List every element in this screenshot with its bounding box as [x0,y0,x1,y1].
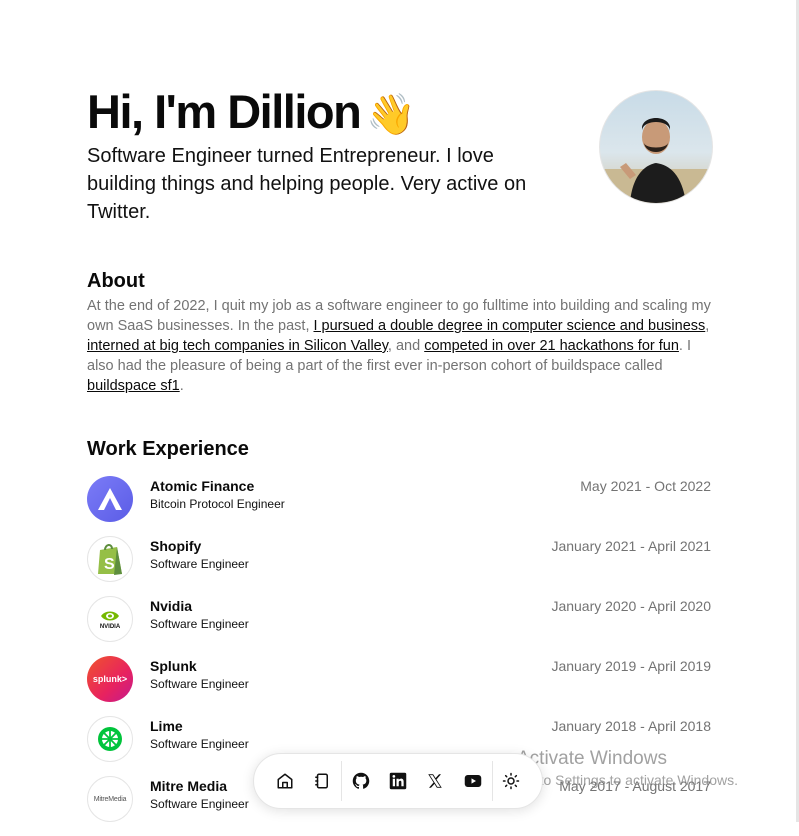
youtube-icon [464,775,482,787]
linkedin-button[interactable] [379,761,416,801]
waving-hand-icon: 👋 [366,93,416,137]
theme-toggle-button[interactable] [493,761,530,801]
job-dates: May 2021 - Oct 2022 [580,478,711,494]
company-name: Nvidia [150,598,193,614]
github-button[interactable] [342,761,379,801]
youtube-button[interactable] [454,761,491,801]
mitre-media-logo: MitreMedia [87,776,133,822]
job-dates: January 2019 - April 2019 [551,658,711,674]
hackathons-link[interactable]: competed in over 21 hackathons for fun [424,338,679,354]
job-title: Software Engineer [150,737,249,751]
about-heading: About [87,270,145,292]
job-title: Software Engineer [150,677,249,691]
job-title: Software Engineer [150,557,249,571]
blog-button[interactable] [303,761,340,801]
avatar [599,90,713,204]
job-title: Software Engineer [150,797,249,811]
company-name: Lime [150,718,183,734]
job-dates: January 2018 - April 2018 [551,718,711,734]
work-item-shopify[interactable]: S Shopify Software Engineer January 2021… [87,536,711,596]
x-button[interactable] [417,761,454,801]
work-heading: Work Experience [87,438,249,460]
nvidia-logo: NVIDIA [87,596,133,642]
job-title: Bitcoin Protocol Engineer [150,497,285,511]
atomic-finance-logo [87,476,133,522]
job-title: Software Engineer [150,617,249,631]
job-dates: January 2020 - April 2020 [551,598,711,614]
work-item-nvidia[interactable]: NVIDIA Nvidia Software Engineer January … [87,596,711,656]
x-icon [428,774,443,788]
dock-nav [253,753,543,809]
job-dates: January 2021 - April 2021 [551,538,711,554]
svg-text:S: S [104,556,115,573]
hero-title: Hi, I'm Dillion 👋 [87,85,416,138]
linkedin-icon [389,772,407,790]
double-degree-link[interactable]: I pursued a double degree in computer sc… [314,318,706,334]
hero-subtitle: Software Engineer turned Entrepreneur. I… [87,145,527,223]
internships-link[interactable]: interned at big tech companies in Silico… [87,338,388,354]
sun-icon [503,772,520,790]
notebook-icon [315,773,329,789]
buildspace-link[interactable]: buildspace sf1 [87,378,180,394]
shopify-logo: S [87,536,133,582]
home-icon [277,773,293,789]
about-text: At the end of 2022, I quit my job as a s… [87,298,711,394]
lime-logo [87,716,133,762]
company-name: Splunk [150,658,197,674]
work-item-atomic-finance[interactable]: Atomic Finance Bitcoin Protocol Engineer… [87,476,711,536]
github-icon [352,772,369,789]
home-button[interactable] [266,761,303,801]
work-item-splunk[interactable]: splunk> Splunk Software Engineer January… [87,656,711,716]
company-name: Shopify [150,538,202,554]
company-name: Atomic Finance [150,478,255,494]
company-name: Mitre Media [150,778,228,794]
activate-windows-watermark: Activate Windows Go to Settings to activ… [517,748,738,788]
splunk-logo: splunk> [87,656,133,702]
